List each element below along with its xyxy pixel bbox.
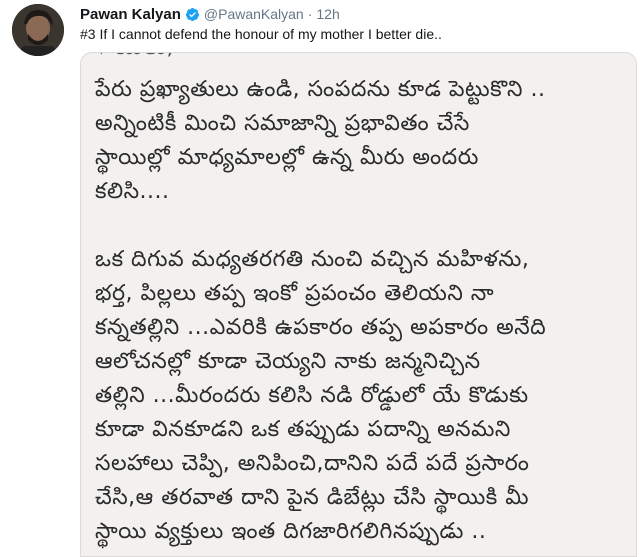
tweet-timestamp[interactable]: 12h: [316, 6, 339, 22]
media-text-line: తల్లిని ...మీరందరు కలిసి నడి రోడ్డులో యే…: [95, 383, 529, 408]
media-text-line: స్థాయి వ్యక్తులు ఇంత దిగజారిగలిగినప్పుడు…: [95, 519, 487, 544]
media-text-line: చేసి,ఆ తరవాత దాని పైన డిబేట్లు చేసి స్థా…: [95, 485, 530, 510]
media-text-line: కన్నతల్లిని ...ఎవరికి ఉపకారం తప్ప అపకారం…: [95, 315, 547, 340]
tweet-card[interactable]: Pawan Kalyan @PawanKalyan · 12h #3 If I …: [0, 0, 640, 557]
media-text-line: అన్నింటికీ మించి సమాజాన్ని ప్రభావితం చేస…: [95, 111, 470, 136]
media-text-line: భర్త, పిల్లలు తప్ప ఇంకో ప్రపంచం తెలియని …: [95, 281, 495, 306]
media-text-line: కలిసి....: [95, 179, 170, 204]
media-text-line: పేరు ప్రఖ్యాతులు ఉండి, సంపదను కూడ పెట్టు…: [95, 77, 546, 102]
cropped-text-line: ాయిలు,: [95, 53, 174, 63]
media-text-line: స్థాయిల్లో మాధ్యమాలల్లో ఉన్న మీరు అందరు: [95, 145, 479, 170]
media-text-line: సలహాలు చెప్పి, అనిపించి,దానిని పదే పదే ప…: [95, 451, 530, 476]
author-handle[interactable]: @PawanKalyan: [204, 6, 304, 22]
media-text-line: ఆలోచనల్లో కూడా చెయ్యని నాకు జన్మనిచ్చిన: [95, 349, 481, 374]
author-name[interactable]: Pawan Kalyan: [80, 6, 181, 23]
tweet-text: #3 If I cannot defend the honour of my m…: [80, 26, 442, 42]
media-text-line: ఒక దిగువ మధ్యతరగతి నుంచి వచ్చిన మహిళను,: [95, 247, 530, 272]
separator-dot: ·: [307, 6, 313, 22]
avatar[interactable]: [12, 4, 64, 56]
tweet-header: Pawan Kalyan @PawanKalyan · 12h: [80, 4, 340, 24]
profile-photo-icon: [12, 4, 64, 56]
verified-badge-icon: [185, 7, 200, 22]
media-text-line: కూడా వినకూడని ఒక తప్పుడు పదాన్ని అనమని: [95, 417, 511, 442]
tweet-media-image[interactable]: ాయిలు, పేరు ప్రఖ్యాతులు ఉండి, సంపదను కూడ…: [80, 52, 637, 557]
